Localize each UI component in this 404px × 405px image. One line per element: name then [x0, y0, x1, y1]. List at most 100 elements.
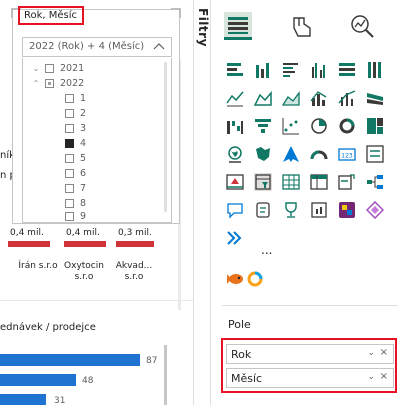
- stacked-bar-chart-icon[interactable]: [226, 61, 244, 79]
- chart-bar[interactable]: [116, 241, 154, 247]
- checkbox[interactable]: [65, 138, 74, 148]
- analytics-icon[interactable]: [348, 12, 376, 40]
- more-visuals-button[interactable]: ...: [261, 243, 272, 257]
- checkbox[interactable]: [45, 63, 54, 73]
- paginated-report-icon[interactable]: [310, 201, 328, 219]
- custom-visual-fish-icon[interactable]: [226, 270, 244, 288]
- stacked-column-chart-icon[interactable]: [254, 61, 272, 79]
- card-icon[interactable]: 123: [338, 145, 356, 163]
- checkbox[interactable]: [65, 123, 74, 133]
- clustered-column-chart-icon[interactable]: [310, 61, 328, 79]
- area-chart-icon[interactable]: [254, 89, 272, 107]
- key-influencers-icon[interactable]: [282, 201, 300, 219]
- checkbox[interactable]: [65, 93, 74, 103]
- tree-item-month[interactable]: 2: [65, 106, 86, 120]
- chart-bar[interactable]: [0, 394, 46, 405]
- fields-heading: Pole: [228, 318, 251, 331]
- decomposition-tree-icon[interactable]: [366, 173, 384, 191]
- data-label: 0,4 mil.: [66, 228, 100, 238]
- build-visual-icon[interactable]: [224, 12, 252, 40]
- tree-item-month[interactable]: 1: [65, 91, 86, 105]
- funnel-chart-icon[interactable]: [254, 117, 272, 135]
- table-icon[interactable]: [282, 173, 300, 191]
- checkbox[interactable]: [65, 211, 74, 221]
- filters-label[interactable]: Filtry: [196, 8, 210, 47]
- gauge-icon[interactable]: [310, 145, 328, 163]
- format-visual-icon[interactable]: [288, 12, 316, 40]
- tree-item-month[interactable]: 4: [65, 136, 86, 150]
- treemap-icon[interactable]: [366, 117, 384, 135]
- checkbox[interactable]: [65, 183, 74, 193]
- checkbox[interactable]: [65, 198, 74, 208]
- checkbox[interactable]: [65, 108, 74, 118]
- report-canvas: níků n pr 0,4 mil. 0,4 mil. 0,3 mil. Írá…: [0, 0, 193, 405]
- map-icon[interactable]: [226, 145, 244, 163]
- kpi-icon[interactable]: [226, 173, 244, 191]
- highlight-box: [221, 338, 397, 393]
- chart-bar[interactable]: [0, 374, 76, 386]
- category-label: Írán s.r.o: [18, 261, 58, 271]
- filled-map-icon[interactable]: [254, 145, 272, 163]
- tree-item-2021[interactable]: ⌄ 2021: [31, 61, 85, 75]
- narrative-chevron-icon[interactable]: [226, 229, 244, 247]
- smart-narrative-icon[interactable]: [254, 201, 272, 219]
- chart-bar[interactable]: [8, 241, 50, 247]
- scrollbar[interactable]: [164, 62, 167, 212]
- data-label: 0,3 mil.: [118, 228, 152, 238]
- category-label: Oxytocin s.r.o: [64, 261, 104, 282]
- line-and-clustered-column-icon[interactable]: [338, 89, 356, 107]
- tree-item-month[interactable]: 5: [65, 151, 86, 165]
- chart-bar[interactable]: [0, 354, 140, 366]
- filters-pane-tab[interactable]: [193, 0, 211, 405]
- custom-visual-ring-icon[interactable]: [246, 270, 264, 288]
- scatter-chart-icon[interactable]: [282, 117, 300, 135]
- data-label: 0,4 mil.: [10, 228, 44, 238]
- chart-bar[interactable]: [64, 241, 106, 247]
- slicer-icon[interactable]: [254, 173, 272, 191]
- qa-icon[interactable]: [226, 201, 244, 219]
- tree-item-month[interactable]: 8: [65, 196, 86, 210]
- chart-title: ednávek / prodejce: [0, 322, 96, 333]
- r-visual-icon[interactable]: [338, 173, 356, 191]
- slicer-dropdown[interactable]: 2022 (Rok) + 4 (Měsíc): [22, 37, 172, 57]
- tree-item-month[interactable]: 9: [65, 211, 86, 221]
- visual-divider: [0, 300, 193, 301]
- data-label: 87: [146, 356, 158, 366]
- pie-chart-icon[interactable]: [310, 117, 328, 135]
- category-label: Akvad... s.r.o: [115, 261, 153, 282]
- resize-handle[interactable]: [171, 8, 181, 18]
- checkbox[interactable]: [65, 153, 74, 163]
- tree-item-2022[interactable]: ⌃ 2022: [31, 76, 85, 90]
- svg-text:123: 123: [341, 153, 353, 160]
- multi-row-card-icon[interactable]: [366, 145, 384, 163]
- chevron-up-icon[interactable]: ⌃: [31, 79, 41, 88]
- chevron-down-icon[interactable]: ⌄: [31, 64, 41, 73]
- stacked-area-chart-icon[interactable]: [282, 89, 300, 107]
- ribbon-chart-icon[interactable]: [366, 89, 384, 107]
- slicer-tree: ⌄ 2021 ⌃ 2022 1 2 3 4 5 6 7 8 9: [22, 58, 172, 223]
- azure-map-icon[interactable]: [282, 145, 300, 163]
- power-automate-icon[interactable]: [366, 201, 384, 219]
- line-and-column-icon[interactable]: [310, 89, 328, 107]
- 100-stacked-bar-icon[interactable]: [338, 61, 356, 79]
- tree-item-month[interactable]: 6: [65, 166, 86, 180]
- data-label: 48: [82, 376, 94, 386]
- 100-stacked-column-icon[interactable]: [366, 61, 384, 79]
- matrix-icon[interactable]: [310, 173, 328, 191]
- checkbox[interactable]: [45, 78, 54, 88]
- tree-item-month[interactable]: 7: [65, 181, 86, 195]
- waterfall-chart-icon[interactable]: [226, 117, 244, 135]
- slicer-title: Rok, Měsíc: [24, 10, 78, 21]
- visualizations-pane: 123 ... Pole Rok ⌄ × Měsíc ⌄ ×: [212, 0, 404, 405]
- tree-item-month[interactable]: 3: [65, 121, 86, 135]
- line-chart-icon[interactable]: [226, 89, 244, 107]
- power-apps-icon[interactable]: [338, 201, 356, 219]
- data-label: 31: [54, 396, 66, 405]
- clustered-bar-chart-icon[interactable]: [282, 61, 300, 79]
- donut-chart-icon[interactable]: [338, 117, 356, 135]
- chevron-up-icon[interactable]: [153, 42, 165, 52]
- dropdown-value: 2022 (Rok) + 4 (Měsíc): [29, 41, 145, 52]
- divider: [222, 305, 398, 306]
- checkbox[interactable]: [65, 168, 74, 178]
- scrollbar[interactable]: [164, 345, 167, 405]
